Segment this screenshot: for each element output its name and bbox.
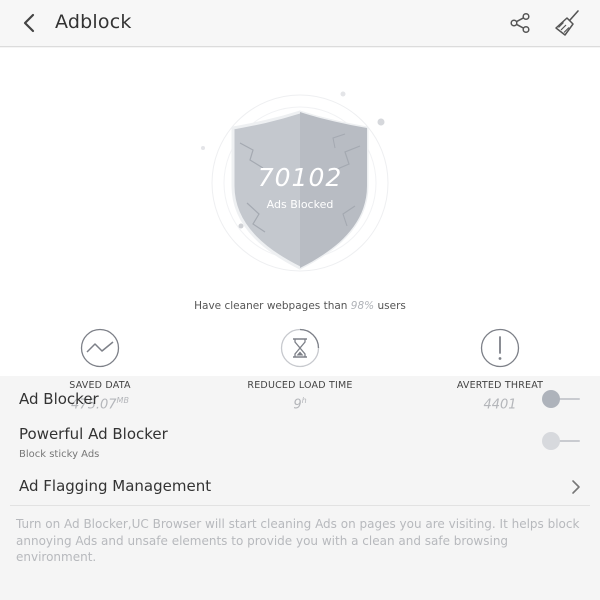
data-chart-icon <box>80 328 120 368</box>
page-title: Adblock <box>55 11 132 33</box>
hourglass-icon <box>280 328 320 368</box>
cleaner-summary-percent: 98% <box>350 300 375 312</box>
ads-blocked-label: Ads Blocked <box>266 198 334 211</box>
cleaner-summary: Have cleaner webpages than 98% users <box>0 300 600 312</box>
ad-blocker-toggle[interactable] <box>542 389 582 409</box>
powerful-ad-blocker-row[interactable]: Powerful Ad Blocker Block sticky Ads <box>0 420 600 470</box>
powerful-ad-blocker-toggle-knob <box>542 432 560 450</box>
adblock-summary-panel: 70102 Ads Blocked Have cleaner webpages … <box>0 48 600 412</box>
ad-flagging-label: Ad Flagging Management <box>19 477 212 495</box>
ad-blocker-label: Ad Blocker <box>19 390 99 408</box>
powerful-ad-blocker-label: Powerful Ad Blocker <box>19 425 168 443</box>
powerful-ad-blocker-toggle[interactable] <box>542 431 582 451</box>
powerful-ad-blocker-sublabel: Block sticky Ads <box>19 449 100 460</box>
chevron-left-icon <box>23 13 35 33</box>
divider <box>10 505 590 506</box>
cleaner-summary-prefix: Have cleaner webpages than <box>194 300 348 312</box>
chevron-right-icon <box>572 480 580 494</box>
back-button[interactable] <box>14 8 44 38</box>
cleaner-summary-suffix: users <box>377 300 406 312</box>
share-button[interactable] <box>506 9 534 37</box>
exclamation-icon <box>480 328 520 368</box>
ads-blocked-count: 70102 <box>257 163 343 192</box>
clean-button[interactable] <box>552 7 584 39</box>
ad-blocker-toggle-knob <box>542 390 560 408</box>
ad-flagging-row[interactable]: Ad Flagging Management <box>0 470 600 505</box>
title-bar: Adblock <box>0 0 600 47</box>
broom-icon <box>555 10 579 36</box>
share-icon <box>510 12 530 34</box>
adblock-description: Turn on Ad Blocker,UC Browser will start… <box>16 517 580 564</box>
ad-blocker-row[interactable]: Ad Blocker <box>0 377 600 420</box>
